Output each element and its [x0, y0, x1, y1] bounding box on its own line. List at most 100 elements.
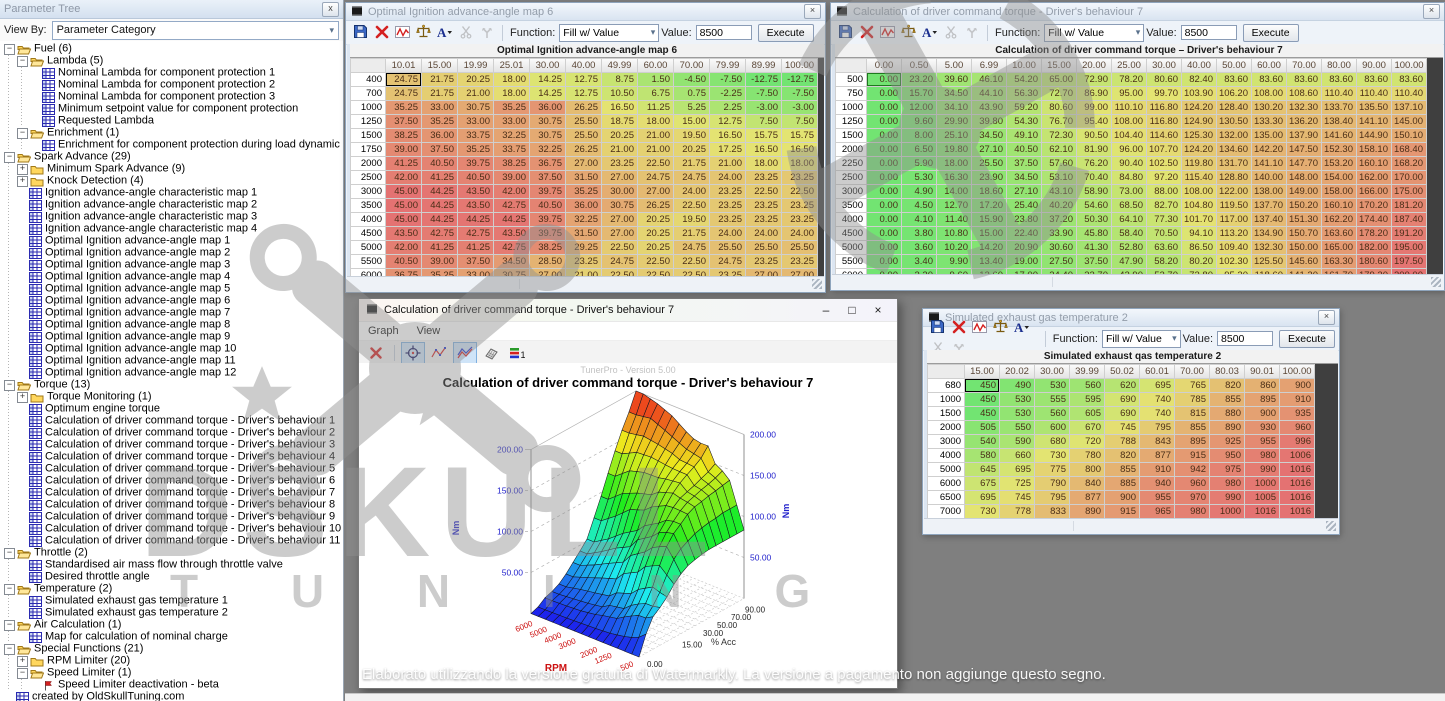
map-cell[interactable]: 880: [1210, 407, 1244, 420]
map-cell[interactable]: 885: [1105, 477, 1139, 490]
map-cell[interactable]: 141.10: [1252, 157, 1286, 170]
map-cell[interactable]: 0.00: [867, 185, 901, 198]
tree-item[interactable]: Desired throttle angle: [0, 571, 343, 583]
map-cell[interactable]: 996: [1280, 435, 1314, 448]
map-cell[interactable]: 134.60: [1217, 143, 1251, 156]
map-cell[interactable]: 877: [1070, 491, 1104, 504]
map-cell[interactable]: 39.80: [972, 115, 1006, 128]
map-cell[interactable]: 1006: [1280, 449, 1314, 462]
map-cell[interactable]: 158.10: [1357, 143, 1391, 156]
map-cell[interactable]: 22.50: [674, 199, 709, 212]
map-cell[interactable]: 195.00: [1392, 241, 1426, 254]
map-cell[interactable]: 116.80: [1147, 115, 1181, 128]
map-cell[interactable]: 84.80: [1112, 171, 1146, 184]
map-cell[interactable]: 30.75: [458, 101, 493, 114]
map-cell[interactable]: 138.40: [1322, 115, 1356, 128]
map-cell[interactable]: 42.00: [386, 171, 421, 184]
map-cell[interactable]: 675: [965, 477, 999, 490]
map-cell[interactable]: 108.00: [1112, 115, 1146, 128]
map-cell[interactable]: 128.80: [1217, 171, 1251, 184]
map-cell[interactable]: 843: [1140, 435, 1174, 448]
map-cell[interactable]: 22.40: [1007, 227, 1041, 240]
map-cell[interactable]: 133.70: [1322, 101, 1356, 114]
delete-icon[interactable]: [364, 342, 388, 364]
map-cell[interactable]: 0.00: [867, 171, 901, 184]
map-cell[interactable]: 620: [1105, 379, 1139, 392]
map-cell[interactable]: 21.00: [638, 129, 673, 142]
collapse-toggle[interactable]: −: [4, 620, 15, 631]
map-cell[interactable]: 8.00: [902, 129, 936, 142]
map-cell[interactable]: 99.70: [1147, 87, 1181, 100]
map-cell[interactable]: 36.00: [530, 101, 565, 114]
view-by-select[interactable]: Parameter Category▾: [52, 21, 339, 40]
map-cell[interactable]: 160.10: [1357, 157, 1391, 170]
tree-item[interactable]: Ignition advance-angle characteristic ma…: [0, 199, 343, 211]
map-cell[interactable]: 30.60: [1042, 241, 1076, 254]
map-cell[interactable]: 160.10: [1322, 199, 1356, 212]
map-cell[interactable]: 11.25: [638, 101, 673, 114]
map-cell[interactable]: -12.75: [746, 73, 781, 86]
map-cell[interactable]: 980: [1245, 449, 1279, 462]
map-cell[interactable]: -7.50: [782, 87, 817, 100]
tree-item[interactable]: Simulated exhaust gas temperature 2: [0, 607, 343, 619]
map-cell[interactable]: 108.00: [1182, 185, 1216, 198]
map-cell[interactable]: 83.60: [1357, 73, 1391, 86]
map-cell[interactable]: 36.75: [530, 157, 565, 170]
branch-icon[interactable]: [477, 22, 496, 41]
tree-item[interactable]: Optimal Ignition advance-angle map 8: [0, 319, 343, 331]
map-cell[interactable]: 45.00: [386, 213, 421, 226]
expand-toggle[interactable]: +: [17, 164, 28, 175]
map-cell[interactable]: 19.50: [674, 213, 709, 226]
map-cell[interactable]: 4.90: [902, 185, 936, 198]
map-cell[interactable]: 132.00: [1217, 129, 1251, 142]
map-cell[interactable]: 22.50: [638, 255, 673, 268]
map-cell[interactable]: 25.50: [746, 241, 781, 254]
map-cell[interactable]: 505: [965, 421, 999, 434]
map-cell[interactable]: 150.70: [1287, 227, 1321, 240]
map-cell[interactable]: 125.50: [1252, 255, 1286, 268]
map-cell[interactable]: 23.25: [782, 255, 817, 268]
map-cell[interactable]: 38.25: [530, 241, 565, 254]
map-cell[interactable]: 137.40: [1252, 213, 1286, 226]
map-cell[interactable]: 35.25: [422, 269, 457, 276]
multi-series-chart-icon[interactable]: [453, 342, 477, 364]
map-cell[interactable]: 22.50: [602, 269, 637, 276]
resize-grip[interactable]: [812, 279, 822, 289]
map-cell[interactable]: 170.00: [1392, 171, 1426, 184]
map-cell[interactable]: 0.00: [867, 143, 901, 156]
map-cell[interactable]: 21.00: [710, 157, 745, 170]
map-cell[interactable]: 41.25: [422, 171, 457, 184]
tree-item[interactable]: Optimal Ignition advance-angle map 11: [0, 355, 343, 367]
map-cell[interactable]: 860: [1245, 379, 1279, 392]
map-cell[interactable]: 45.00: [386, 185, 421, 198]
map-cell[interactable]: 840: [1070, 477, 1104, 490]
map-cell[interactable]: 720: [1070, 435, 1104, 448]
map-cell[interactable]: 560: [1070, 379, 1104, 392]
branch-icon[interactable]: [962, 22, 981, 41]
map-cell[interactable]: 815: [1175, 407, 1209, 420]
map-cell[interactable]: 530: [1000, 393, 1034, 406]
map-cell[interactable]: 95.40: [1077, 115, 1111, 128]
map-cell[interactable]: 132.30: [1287, 101, 1321, 114]
map-cell[interactable]: 30.75: [602, 199, 637, 212]
map-cell[interactable]: 16.50: [746, 143, 781, 156]
tree-item[interactable]: Ignition advance-angle characteristic ma…: [0, 187, 343, 199]
map-cell[interactable]: 90.50: [1077, 129, 1111, 142]
map-cell[interactable]: 695: [965, 491, 999, 504]
map-cell[interactable]: 44.25: [422, 199, 457, 212]
map-cell[interactable]: 16.50: [782, 143, 817, 156]
map-cell[interactable]: 166.00: [1357, 185, 1391, 198]
map-cell[interactable]: 5.90: [902, 157, 936, 170]
map-cell[interactable]: 22.50: [674, 269, 709, 276]
map-cell[interactable]: 113.20: [1217, 227, 1251, 240]
map-cell[interactable]: 41.25: [458, 241, 493, 254]
map-cell[interactable]: 3.80: [902, 227, 936, 240]
map-cell[interactable]: 450: [965, 379, 999, 392]
map-cell[interactable]: 131.70: [1217, 157, 1251, 170]
map-cell[interactable]: 1016: [1245, 505, 1279, 518]
map-cell[interactable]: 24.00: [710, 227, 745, 240]
function-select[interactable]: Fill w/ Value▾: [559, 24, 659, 42]
map-cell[interactable]: 950: [1210, 449, 1244, 462]
map-cell[interactable]: 38.25: [494, 157, 529, 170]
map-cell[interactable]: 10.50: [602, 87, 637, 100]
